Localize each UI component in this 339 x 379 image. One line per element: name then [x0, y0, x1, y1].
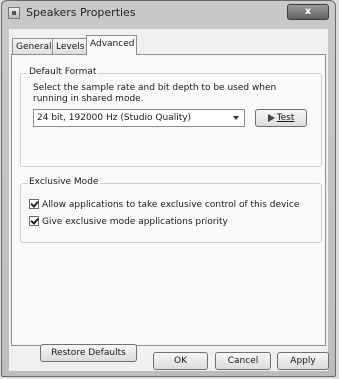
- ok-button[interactable]: OK: [153, 352, 208, 370]
- default-format-group: Default Format Select the sample rate an…: [20, 67, 322, 167]
- default-format-description: Select the sample rate and bit depth to …: [33, 83, 277, 104]
- apply-button[interactable]: Apply: [277, 352, 329, 370]
- restore-defaults-button[interactable]: Restore Defaults: [40, 344, 137, 362]
- allow-exclusive-control-label: Allow applications to take exclusive con…: [42, 200, 300, 210]
- close-button[interactable]: x: [287, 4, 329, 20]
- cancel-button[interactable]: Cancel: [215, 352, 271, 370]
- tab-general[interactable]: General: [12, 38, 53, 54]
- dialog-window: Speakers Properties x General Levels Adv…: [1, 0, 336, 377]
- allow-exclusive-control-checkbox[interactable]: [29, 198, 39, 209]
- tab-levels[interactable]: Levels: [52, 38, 87, 54]
- dialog-client: General Levels Advanced Default Format S…: [9, 29, 329, 371]
- window-title: Speakers Properties: [26, 6, 136, 19]
- test-button[interactable]: Test: [255, 109, 307, 127]
- test-button-label: Test: [276, 113, 295, 123]
- exclusive-mode-label: Exclusive Mode: [27, 177, 101, 187]
- play-icon: [267, 113, 275, 122]
- format-select-value: 24 bit, 192000 Hz (Studio Quality): [37, 113, 192, 123]
- chevron-down-icon[interactable]: [233, 116, 239, 120]
- default-format-label: Default Format: [27, 67, 99, 77]
- speaker-properties-icon: [8, 7, 20, 19]
- exclusive-priority-label: Give exclusive mode applications priorit…: [42, 217, 228, 227]
- exclusive-priority-checkbox[interactable]: [29, 215, 39, 226]
- advanced-tab-page: Default Format Select the sample rate an…: [11, 54, 326, 362]
- exclusive-mode-group: Exclusive Mode Allow applications to tak…: [20, 177, 322, 243]
- exclusive-priority-option[interactable]: Give exclusive mode applications priorit…: [29, 215, 228, 230]
- tab-advanced[interactable]: Advanced: [86, 35, 137, 55]
- allow-exclusive-control-option[interactable]: Allow applications to take exclusive con…: [29, 198, 300, 213]
- format-select[interactable]: 24 bit, 192000 Hz (Studio Quality): [33, 109, 245, 127]
- title-bar[interactable]: Speakers Properties x: [2, 1, 335, 27]
